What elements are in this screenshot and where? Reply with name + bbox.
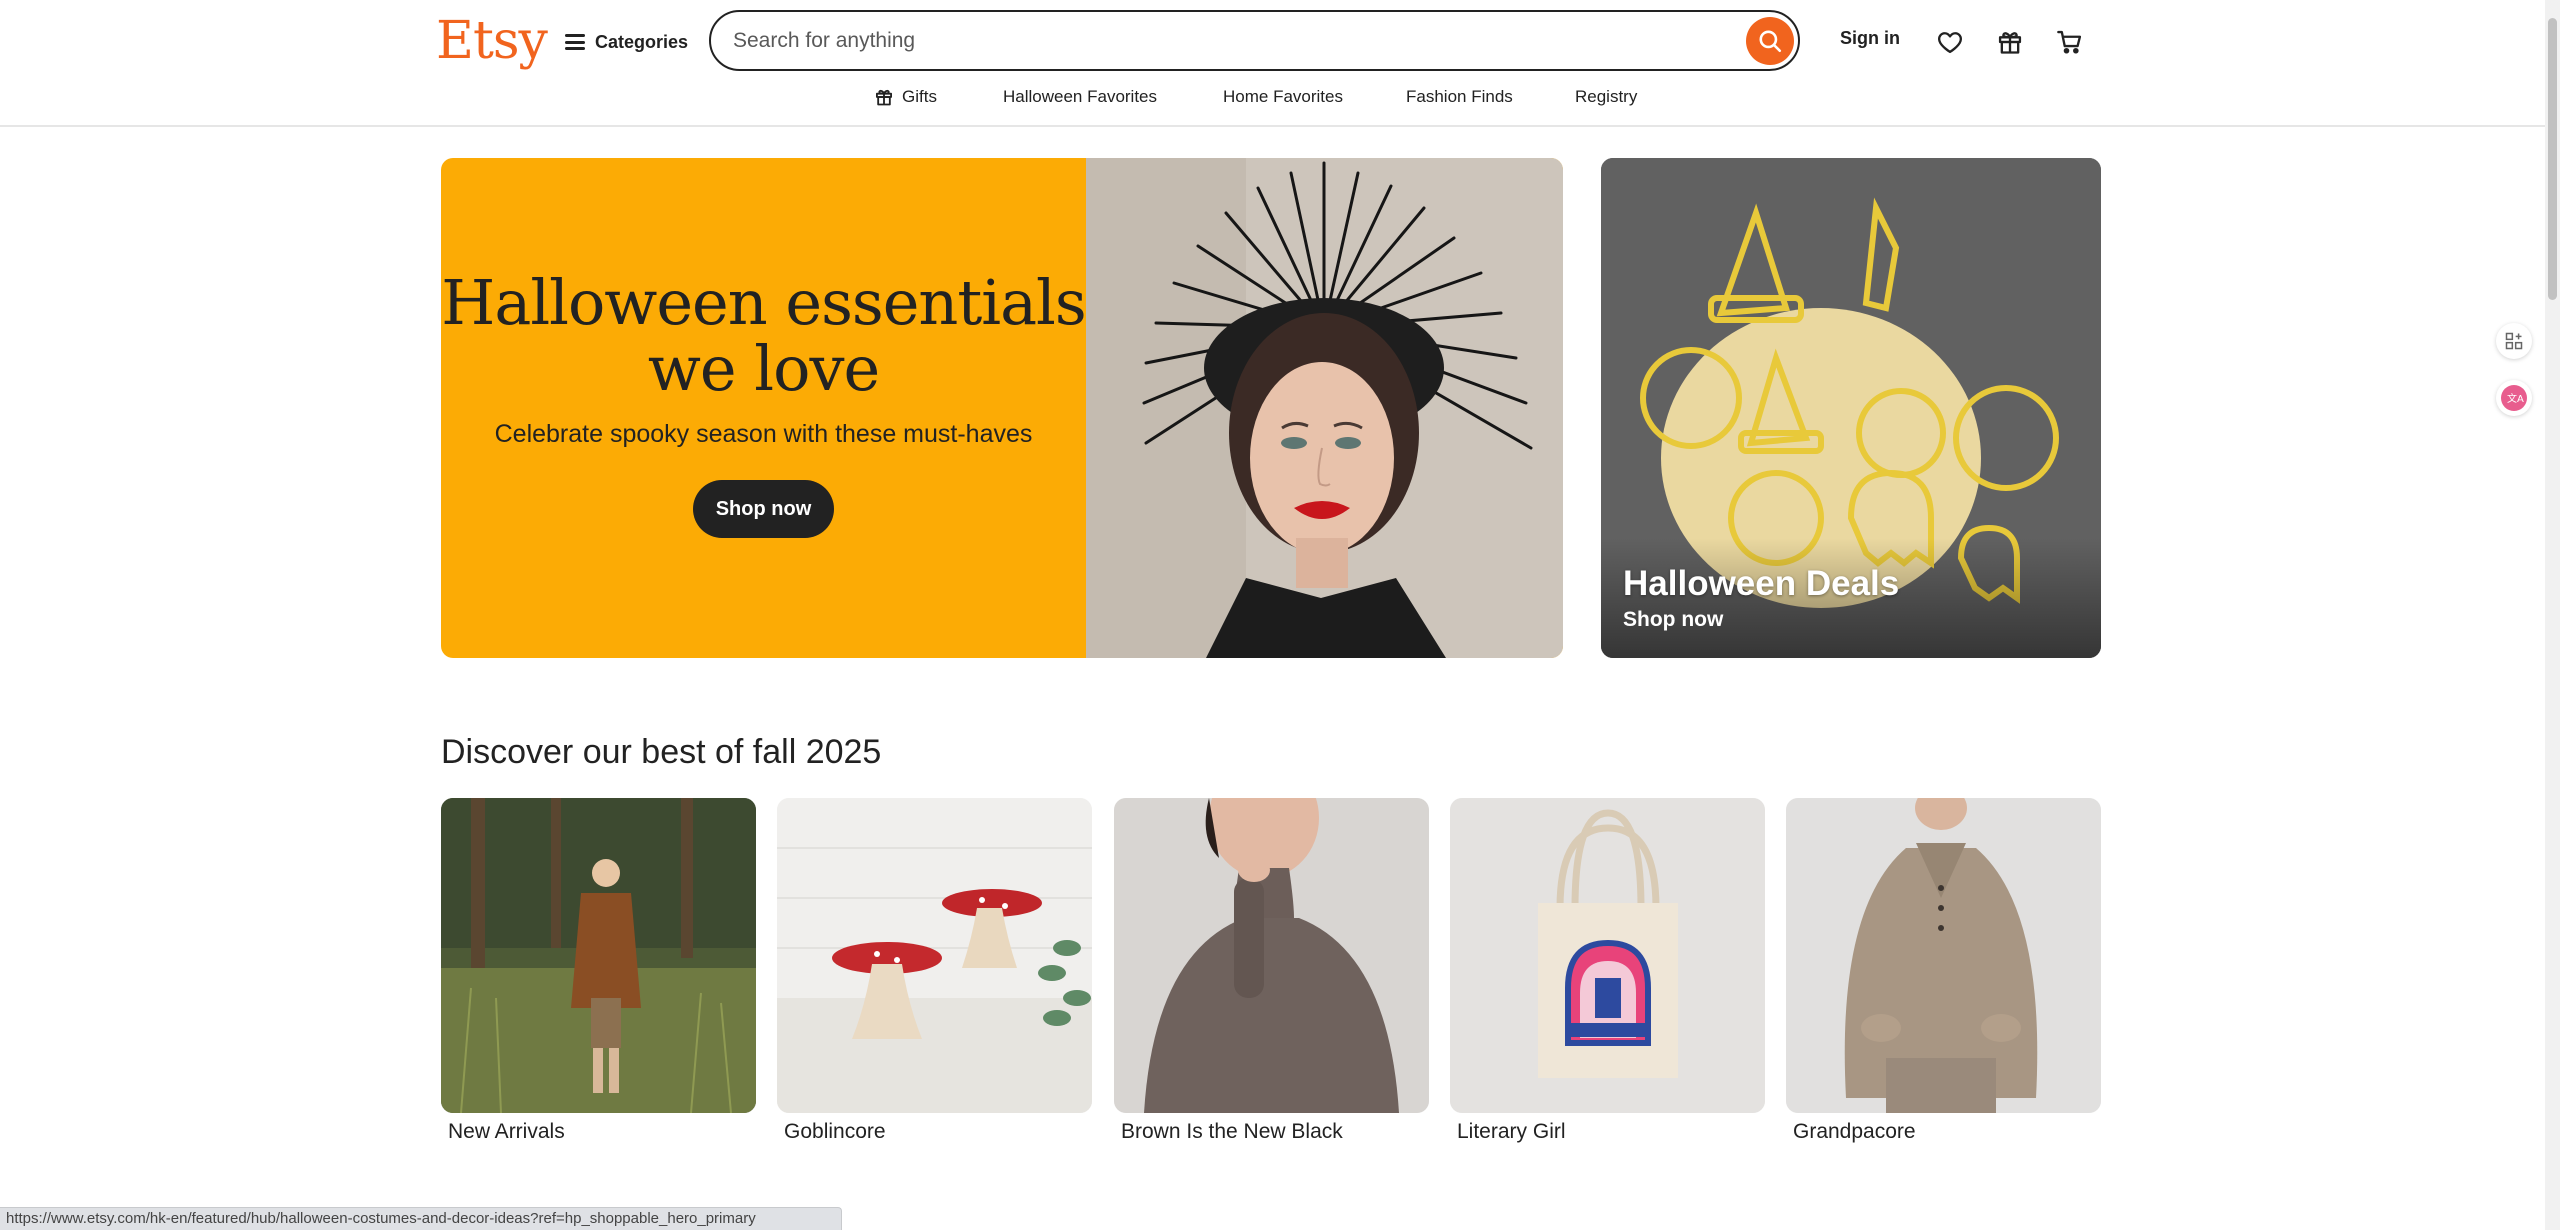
nav-gifts-label: Gifts	[902, 87, 937, 106]
halloween-deals-card[interactable]: Halloween Deals Shop now	[1601, 158, 2101, 658]
hero-image	[1086, 158, 1563, 658]
halloween-deals-shop-now[interactable]: Shop now	[1623, 608, 1723, 632]
favorites-button[interactable]	[1928, 20, 1972, 64]
grid-plus-icon	[2505, 332, 2523, 350]
tile-image	[441, 798, 756, 1113]
etsy-logo[interactable]: Etsy	[436, 6, 548, 76]
discover-section-title: Discover our best of fall 2025	[441, 733, 882, 771]
site-header: Etsy Categories Sign in Gifts Halloween …	[0, 0, 2545, 127]
gift-icon	[1998, 32, 2022, 54]
sub-navigation: Gifts Halloween Favorites Home Favorites…	[0, 84, 2545, 110]
tile-image	[1450, 798, 1765, 1113]
tile-label: Brown Is the New Black	[1121, 1120, 1343, 1143]
categories-label: Categories	[595, 31, 689, 52]
page-scrollbar[interactable]	[2545, 0, 2560, 1230]
hero-text-panel: Halloween essentials we love Celebrate s…	[441, 158, 1087, 658]
heart-icon	[1938, 32, 1962, 54]
gift-icon	[876, 89, 892, 106]
nav-halloween-favorites-label: Halloween Favorites	[1003, 87, 1158, 106]
hero-shop-now-button[interactable]: Shop now	[693, 480, 834, 538]
tile-label: Literary Girl	[1457, 1120, 1566, 1143]
nav-registry-label: Registry	[1575, 87, 1638, 106]
nav-halloween-favorites[interactable]: Halloween Favorites	[1003, 84, 1157, 110]
tile-label: Goblincore	[784, 1120, 886, 1143]
tile-image	[1114, 798, 1429, 1113]
search-input[interactable]	[733, 28, 1693, 53]
nav-home-favorites-label: Home Favorites	[1223, 87, 1343, 106]
link-status-url: https://www.etsy.com/hk-en/featured/hub/…	[0, 1207, 842, 1230]
nav-home-favorites[interactable]: Home Favorites	[1223, 84, 1343, 110]
search-bar	[709, 10, 1800, 71]
gift-mode-button[interactable]	[1988, 20, 2032, 64]
hero-banner[interactable]: Halloween essentials we love Celebrate s…	[441, 158, 1563, 658]
nav-gifts[interactable]: Gifts	[874, 84, 937, 110]
svg-text:文A: 文A	[2507, 392, 2524, 405]
hero-subtitle: Celebrate spooky season with these must-…	[494, 420, 1033, 448]
scrollbar-thumb[interactable]	[2548, 18, 2557, 300]
add-widget-button[interactable]	[2496, 323, 2532, 359]
nav-registry[interactable]: Registry	[1575, 84, 1637, 110]
tile-label: New Arrivals	[448, 1120, 565, 1143]
translate-icon: 文A	[2501, 385, 2527, 411]
category-tile-new-arrivals[interactable]: New Arrivals	[441, 798, 756, 1144]
hero-title: Halloween essentials we love	[441, 266, 1086, 405]
search-button[interactable]	[1746, 17, 1794, 65]
translate-button[interactable]: 文A	[2496, 380, 2532, 416]
tile-image	[777, 798, 1092, 1113]
search-icon	[1759, 30, 1782, 53]
sign-in-link[interactable]: Sign in	[1840, 28, 1900, 49]
nav-fashion-finds-label: Fashion Finds	[1406, 87, 1513, 106]
cart-icon	[2057, 30, 2082, 54]
tile-label: Grandpacore	[1793, 1120, 1916, 1143]
category-tile-goblincore[interactable]: Goblincore	[777, 798, 1092, 1144]
category-tile-grandpacore[interactable]: Grandpacore	[1786, 798, 2101, 1144]
halloween-deals-title: Halloween Deals	[1623, 564, 1900, 603]
category-tile-brown-is-the-new-black[interactable]: Brown Is the New Black	[1114, 798, 1429, 1144]
categories-button[interactable]: Categories	[565, 20, 688, 64]
cart-button[interactable]	[2048, 20, 2092, 64]
category-tile-literary-girl[interactable]: Literary Girl	[1450, 798, 1765, 1144]
nav-fashion-finds[interactable]: Fashion Finds	[1406, 84, 1513, 110]
hamburger-icon	[565, 34, 585, 50]
hero-image-spiked-crown-model[interactable]	[1086, 158, 1563, 658]
tile-image	[1786, 798, 2101, 1113]
